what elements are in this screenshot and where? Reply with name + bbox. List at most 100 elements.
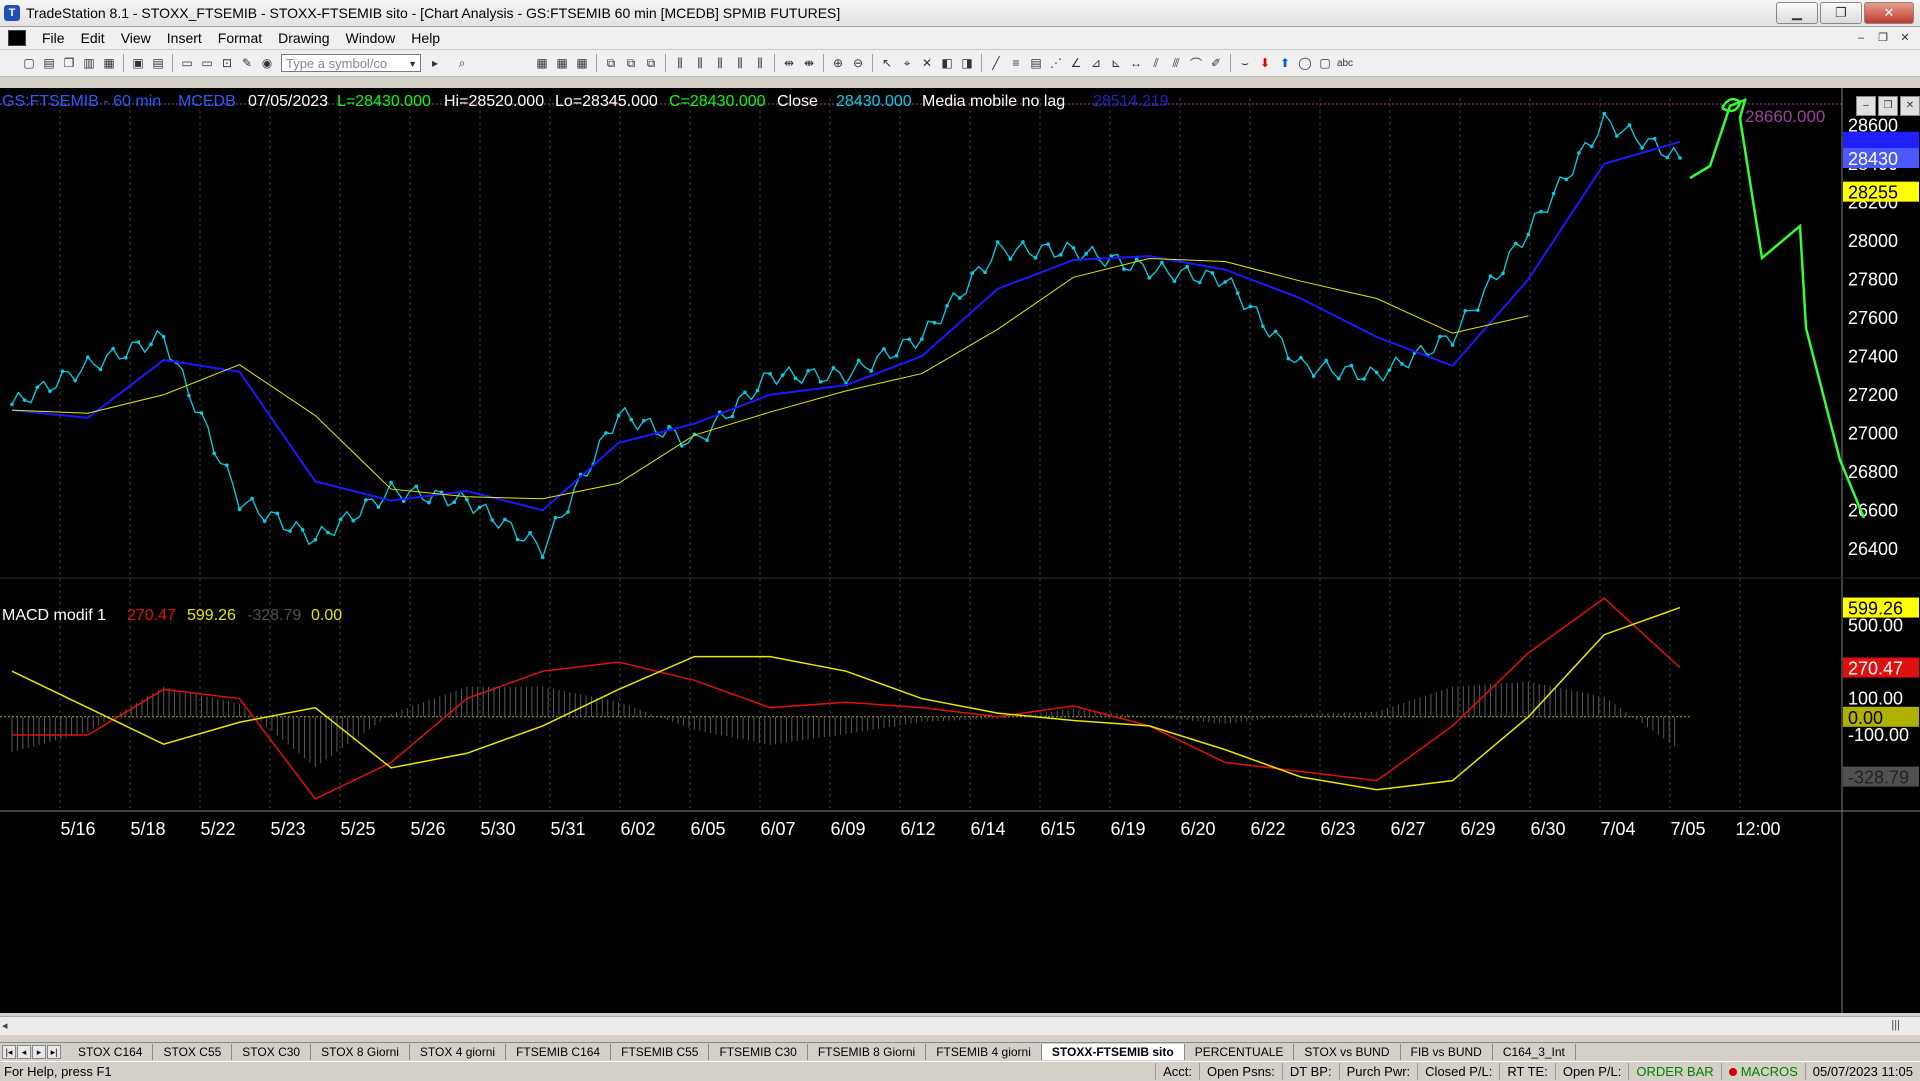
mdi-minimize-icon[interactable]: – — [1852, 30, 1870, 46]
arrow-up-icon[interactable]: ⬆ — [1276, 54, 1294, 72]
new-icon[interactable]: ▢ — [20, 54, 38, 72]
curve-icon[interactable]: ⌣ — [1236, 54, 1254, 72]
tools-icon[interactable]: ✎ — [238, 54, 256, 72]
grid3-icon[interactable]: ▦ — [573, 54, 591, 72]
menu-format[interactable]: Format — [210, 30, 270, 46]
symbol-lookup-icon[interactable]: ⌕ — [453, 54, 471, 72]
tab-stox-c55[interactable]: STOX C55 — [153, 1044, 233, 1060]
close-price-point — [856, 358, 861, 363]
close-price-point — [490, 518, 494, 522]
window2-icon[interactable]: ▭ — [198, 54, 216, 72]
tab-stox-c164[interactable]: STOX C164 — [68, 1044, 154, 1060]
bars1-icon[interactable]: ⫼ — [671, 54, 689, 72]
pointer-icon[interactable]: ↖ — [878, 54, 896, 72]
tab-ftsemib-c30[interactable]: FTSEMIB C30 — [709, 1044, 808, 1060]
layer2-icon[interactable]: ◨ — [958, 54, 976, 72]
bars3-icon[interactable]: ⫼ — [711, 54, 729, 72]
close-price-point — [73, 378, 77, 383]
globe-icon[interactable]: ◉ — [258, 54, 276, 72]
lock-icon[interactable]: ⊡ — [218, 54, 236, 72]
print-icon[interactable]: ▤ — [149, 54, 167, 72]
speed-icon[interactable]: ⊿ — [1087, 54, 1105, 72]
tab-ftsemib-c164[interactable]: FTSEMIB C164 — [506, 1044, 612, 1060]
bars4-icon[interactable]: ⫼ — [731, 54, 749, 72]
parallel-icon[interactable]: ⫽ — [1147, 54, 1165, 72]
tab-prev-icon[interactable]: ◂ — [17, 1045, 31, 1059]
scroll-left-icon[interactable]: ◂ — [2, 1019, 8, 1032]
channel-icon[interactable]: ▤ — [1027, 54, 1045, 72]
chart-close-icon[interactable]: ✕ — [1900, 96, 1920, 116]
angle-icon[interactable]: ∠ — [1067, 54, 1085, 72]
menu-edit[interactable]: Edit — [73, 30, 113, 46]
maximize-button[interactable]: ❐ — [1820, 2, 1862, 24]
tab-fib-vs-bund[interactable]: FIB vs BUND — [1401, 1044, 1493, 1060]
rectangle-icon[interactable]: ▢ — [1316, 54, 1334, 72]
zoom-out-icon[interactable]: ⊖ — [849, 54, 867, 72]
menu-drawing[interactable]: Drawing — [270, 30, 337, 46]
tab-ftsemib-8-giorni[interactable]: FTSEMIB 8 Giorni — [808, 1044, 927, 1060]
fib-icon[interactable]: ⫻ — [1167, 54, 1185, 72]
tab-c164-3-int[interactable]: C164_3_Int — [1493, 1044, 1576, 1060]
chart-restore-icon[interactable]: ❐ — [1878, 96, 1898, 116]
chart-area[interactable]: 5/16 5/18 5/22 5/23 5/25 5/26 5/30 5/31 6/02 6/05… — [0, 88, 1920, 1013]
status-order-bar[interactable]: ORDER BAR — [1628, 1063, 1720, 1080]
bars5-icon[interactable]: ⫼ — [751, 54, 769, 72]
hline-icon[interactable]: ↔ — [1127, 54, 1145, 72]
chart-canvas[interactable]: 5/16 5/18 5/22 5/23 5/25 5/26 5/30 5/31 6/02 6/05… — [0, 88, 1920, 1013]
expand-icon[interactable]: ⇼ — [800, 54, 818, 72]
pen-icon[interactable]: ✐ — [1207, 54, 1225, 72]
mdi-close-icon[interactable]: ✕ — [1896, 30, 1914, 46]
wrench-icon[interactable]: ✕ — [918, 54, 936, 72]
tab-stox-4-giorni[interactable]: STOX 4 giorni — [410, 1044, 507, 1060]
minimize-button[interactable]: ▁ — [1776, 2, 1818, 24]
tab-stox-vs-bund[interactable]: STOX vs BUND — [1294, 1044, 1401, 1060]
grid1-icon[interactable]: ▦ — [533, 54, 551, 72]
horizontal-scrollbar[interactable]: ◂ ||| — [0, 1016, 1920, 1035]
close-button[interactable]: ✕ — [1864, 2, 1914, 24]
window-icon[interactable]: ▭ — [178, 54, 196, 72]
trendline-icon[interactable]: ╱ — [987, 54, 1005, 72]
menu-file[interactable]: File — [34, 30, 73, 46]
chart3-icon[interactable]: ⧉ — [642, 54, 660, 72]
tab-stoxx-ftsemib-sito[interactable]: STOXX-FTSEMIB sito — [1041, 1044, 1185, 1060]
tab-ftsemib-c55[interactable]: FTSEMIB C55 — [611, 1044, 710, 1060]
play-icon[interactable]: ▸ — [426, 54, 444, 72]
compress-icon[interactable]: ⇹ — [780, 54, 798, 72]
save-icon[interactable]: ▣ — [129, 54, 147, 72]
cursor-icon[interactable]: ⌖ — [898, 54, 916, 72]
tab-next-icon[interactable]: ▸ — [32, 1045, 46, 1059]
chart-window-icon[interactable] — [8, 30, 26, 46]
status-macros[interactable]: MACROS — [1720, 1063, 1805, 1080]
chart2-icon[interactable]: ⧉ — [622, 54, 640, 72]
scroll-handle-icon[interactable]: ||| — [1891, 1019, 1900, 1031]
layer-icon[interactable]: ◧ — [938, 54, 956, 72]
chart1-icon[interactable]: ⧉ — [602, 54, 620, 72]
tab-last-icon[interactable]: ▸| — [47, 1045, 61, 1059]
menu-view[interactable]: View — [113, 30, 159, 46]
tab-stox-8-giorni[interactable]: STOX 8 Giorni — [311, 1044, 410, 1060]
open-icon[interactable]: ▤ — [40, 54, 58, 72]
bars2-icon[interactable]: ⫼ — [691, 54, 709, 72]
tab-stox-c30[interactable]: STOX C30 — [232, 1044, 312, 1060]
arc-icon[interactable]: ⌒ — [1187, 54, 1205, 72]
page-icon[interactable]: ▥ — [80, 54, 98, 72]
lines-icon[interactable]: ≡ — [1007, 54, 1025, 72]
zoom-in-icon[interactable]: ⊕ — [829, 54, 847, 72]
mdi-restore-icon[interactable]: ❐ — [1874, 30, 1892, 46]
menu-help[interactable]: Help — [403, 30, 448, 46]
folder-icon[interactable]: ▦ — [100, 54, 118, 72]
gann-icon[interactable]: ⊾ — [1107, 54, 1125, 72]
menu-window[interactable]: Window — [338, 30, 404, 46]
arrow-down-icon[interactable]: ⬇ — [1256, 54, 1274, 72]
grid2-icon[interactable]: ▦ — [553, 54, 571, 72]
tab-first-icon[interactable]: |◂ — [2, 1045, 16, 1059]
text-tool-icon[interactable]: abc — [1336, 54, 1354, 72]
tab-ftsemib-4-giorni[interactable]: FTSEMIB 4 giorni — [926, 1044, 1042, 1060]
fan-icon[interactable]: ⋰ — [1047, 54, 1065, 72]
copy-icon[interactable]: ❐ — [60, 54, 78, 72]
chart-min-icon[interactable]: – — [1856, 96, 1876, 116]
menu-insert[interactable]: Insert — [159, 30, 210, 46]
ellipse-icon[interactable]: ◯ — [1296, 54, 1314, 72]
symbol-input[interactable]: Type a symbol/co — [281, 54, 421, 73]
tab-percentuale[interactable]: PERCENTUALE — [1185, 1044, 1295, 1060]
